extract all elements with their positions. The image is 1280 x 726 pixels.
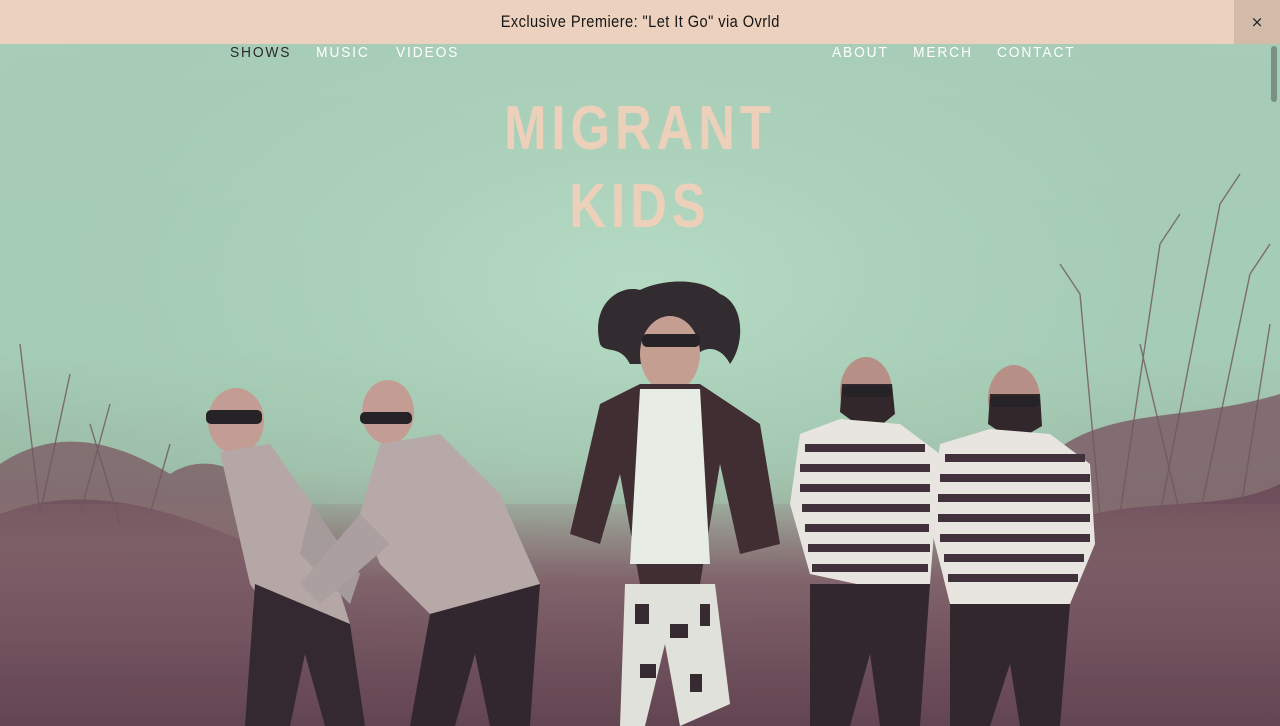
page-scrollbar[interactable] [1268, 44, 1280, 726]
nav-item-about[interactable]: ABOUT [832, 44, 889, 61]
announcement-text[interactable]: Exclusive Premiere: "Let It Go" via Ovrl… [500, 12, 779, 32]
nav-item-music[interactable]: MUSIC [316, 44, 370, 61]
scrollbar-thumb[interactable] [1271, 46, 1277, 102]
nav-item-merch[interactable]: MERCH [913, 44, 973, 61]
hero-banner: SHOWS MUSIC VIDEOS ABOUT MERCH CONTACT M… [0, 44, 1280, 726]
announcement-bar[interactable]: Exclusive Premiere: "Let It Go" via Ovrl… [0, 0, 1280, 44]
site-logo[interactable]: MIGRANT KIDS [0, 90, 1280, 246]
close-icon[interactable]: × [1234, 0, 1280, 44]
nav-item-contact[interactable]: CONTACT [997, 44, 1076, 61]
logo-line-2: KIDS [569, 172, 711, 241]
nav-item-shows[interactable]: SHOWS [230, 44, 291, 61]
logo-line-1: MIGRANT [504, 94, 776, 163]
nav-item-videos[interactable]: VIDEOS [396, 44, 459, 61]
